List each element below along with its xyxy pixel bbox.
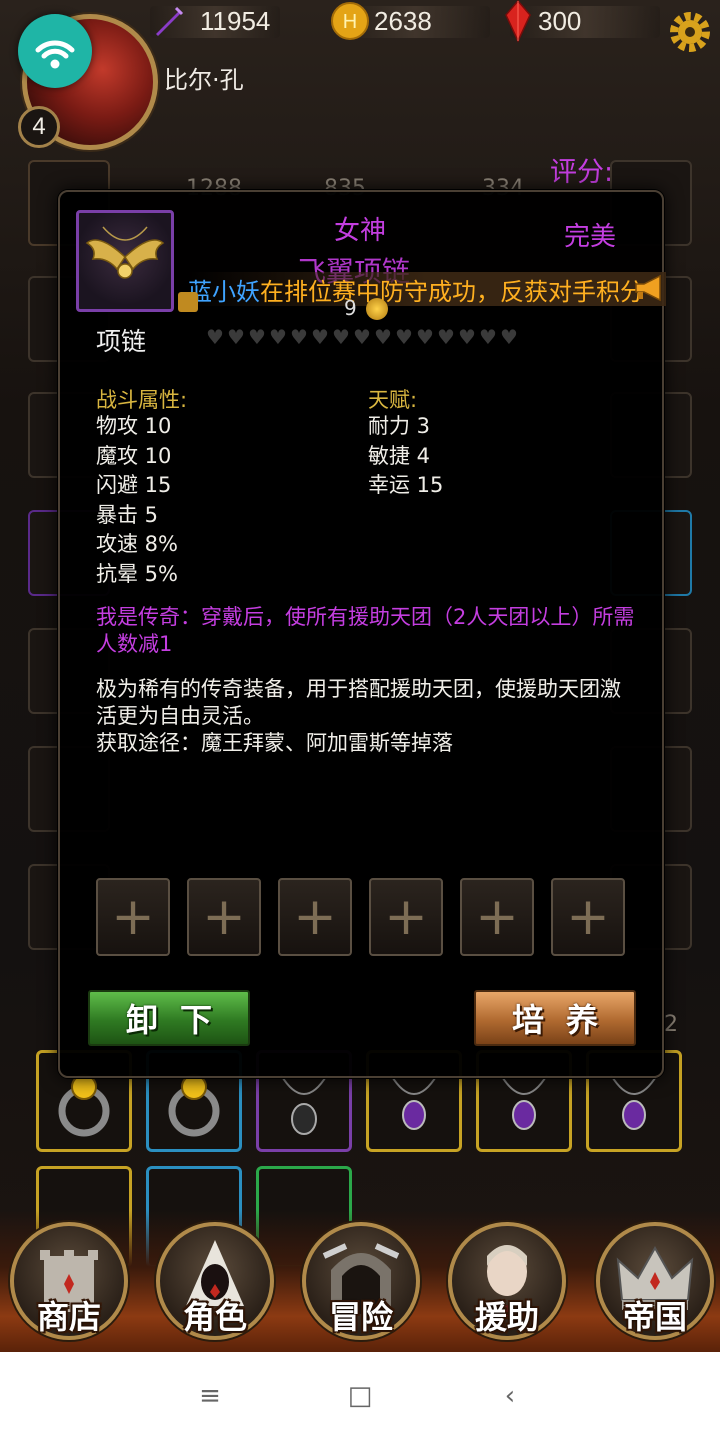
red-gem-icon xyxy=(505,0,531,43)
plus-icon: + xyxy=(566,887,610,947)
game-nav-bar: 商店 角色 冒险 援助 帝国 xyxy=(0,1210,720,1352)
broadcast-message: 在排位赛中防守成功，反获对手积分 xyxy=(260,277,644,306)
heart-icon: ♥ xyxy=(395,325,413,349)
heart-icon: ♥ xyxy=(290,325,308,349)
star-rating-hearts: ♥ ♥ ♥ ♥ ♥ ♥ ♥ ♥ ♥ ♥ ♥ ♥ ♥ ♥ ♥ xyxy=(206,325,518,349)
heart-icon: ♥ xyxy=(416,325,434,349)
nav-empire-label: 帝国 xyxy=(622,1298,687,1336)
gem-resource: 300 xyxy=(504,0,582,43)
heart-icon: ♥ xyxy=(332,325,350,349)
heart-icon: ♥ xyxy=(311,325,329,349)
item-description: 极为稀有的传奇装备，用于搭配援助天团，使援助天团激活更为自由灵活。 获取途径：魔… xyxy=(96,676,636,757)
player-avatar[interactable]: 4 xyxy=(14,8,160,154)
talent-stat: 耐力 3 xyxy=(368,414,431,438)
item-quality: 完美 xyxy=(564,222,617,252)
home-icon[interactable]: □ xyxy=(346,1382,374,1410)
heart-icon: ♥ xyxy=(248,325,266,349)
talent-stats-list: 耐力 3 敏捷 4 幸运 15 xyxy=(368,412,443,501)
lock-icon xyxy=(178,292,198,312)
combat-stats-title: 战斗属性: xyxy=(96,388,188,412)
combat-stat: 抗晕 5% xyxy=(96,561,178,586)
combat-stat: 攻速 8% xyxy=(96,532,178,557)
back-icon[interactable]: ‹ xyxy=(496,1382,524,1410)
energy-resource: 11954 xyxy=(152,0,270,42)
broadcast-player-name: 蓝小妖 xyxy=(188,277,260,306)
player-level-badge: 4 xyxy=(18,106,60,148)
gem-socket[interactable]: + xyxy=(551,878,625,956)
train-button[interactable]: 培养 xyxy=(474,990,636,1046)
combat-stat: 暴击 5 xyxy=(96,502,159,527)
nav-shop-button[interactable]: 商店 xyxy=(10,1222,128,1340)
item-detail-dialog: 女神 完美 飞翼项链 蓝小妖 在排位赛中防守成功，反获对手积分 9 项链 ♥ ♥… xyxy=(58,190,666,1078)
player-name: 比尔·孔 xyxy=(164,66,244,94)
gold-value: 2638 xyxy=(374,5,432,36)
gem-socket[interactable]: + xyxy=(460,878,534,956)
item-type-label: 项链 xyxy=(96,327,147,356)
combat-stat: 魔攻 10 xyxy=(96,443,172,468)
plus-icon: + xyxy=(111,887,155,947)
unequip-button[interactable]: 卸下 xyxy=(88,990,250,1046)
legendary-effect-text: 我是传奇：穿戴后，使所有援助天团（2人天团以上）所需人数减1 xyxy=(96,605,635,656)
gold-coin-icon: H xyxy=(331,2,369,40)
plus-icon: + xyxy=(475,887,519,947)
nav-character-button[interactable]: 角色 xyxy=(156,1222,274,1340)
energy-value: 11954 xyxy=(200,5,271,36)
plus-icon: + xyxy=(293,887,337,947)
heart-icon: ♥ xyxy=(227,325,245,349)
gem-socket[interactable]: + xyxy=(278,878,352,956)
nav-adventure-label: 冒险 xyxy=(328,1298,393,1336)
description-line: 极为稀有的传奇装备，用于搭配援助天团，使援助天团激活更为自由灵活。 xyxy=(96,677,621,728)
plus-icon: + xyxy=(384,887,428,947)
description-line: 获取途径：魔王拜蒙、阿加雷斯等掉落 xyxy=(96,731,453,755)
combat-stats-list: 物攻 10 魔攻 10 闪避 15 暴击 5 攻速 8% 抗晕 5% xyxy=(96,412,178,590)
item-category: 女神 xyxy=(334,216,387,246)
nav-assist-label: 援助 xyxy=(474,1298,539,1336)
plus-icon: + xyxy=(202,887,246,947)
nav-assist-button[interactable]: 援助 xyxy=(448,1222,566,1340)
wifi-icon xyxy=(18,14,92,88)
talent-stat: 敏捷 4 xyxy=(368,443,431,468)
menu-icon[interactable]: ≡ xyxy=(196,1382,224,1410)
heart-icon: ♥ xyxy=(458,325,476,349)
combat-stat: 物攻 10 xyxy=(96,414,172,438)
item-icon-frame xyxy=(76,210,174,312)
heart-icon: ♥ xyxy=(269,325,287,349)
item-count: 9 xyxy=(344,296,357,320)
svg-text:H: H xyxy=(343,11,357,33)
gem-value: 300 xyxy=(538,5,582,36)
talent-title: 天赋: xyxy=(368,388,418,412)
bg-slot-badge: 2 xyxy=(664,1012,678,1037)
gem-socket[interactable]: + xyxy=(96,878,170,956)
winged-necklace-icon xyxy=(85,226,165,279)
nav-adventure-button[interactable]: 冒险 xyxy=(302,1222,420,1340)
heart-icon: ♥ xyxy=(374,325,392,349)
gem-socket[interactable]: + xyxy=(187,878,261,956)
settings-gear-icon[interactable] xyxy=(668,10,712,54)
system-navigation-bar: ≡ □ ‹ xyxy=(0,1352,720,1440)
purple-sword-icon xyxy=(156,6,184,36)
heart-icon: ♥ xyxy=(479,325,497,349)
coin-icon xyxy=(366,298,388,320)
combat-stat: 闪避 15 xyxy=(96,473,172,498)
gem-socket[interactable]: + xyxy=(369,878,443,956)
heart-icon: ♥ xyxy=(353,325,371,349)
heart-icon: ♥ xyxy=(437,325,455,349)
heart-icon: ♥ xyxy=(206,325,224,349)
talent-stat: 幸运 15 xyxy=(368,473,444,498)
nav-empire-button[interactable]: 帝国 xyxy=(596,1222,714,1340)
broadcast-banner: 蓝小妖 在排位赛中防守成功，反获对手积分 xyxy=(188,272,666,306)
nav-character-label: 角色 xyxy=(182,1298,247,1336)
nav-shop-label: 商店 xyxy=(36,1298,101,1336)
heart-icon: ♥ xyxy=(500,325,518,349)
horn-icon xyxy=(635,274,661,302)
gold-resource: H 2638 xyxy=(330,0,432,42)
